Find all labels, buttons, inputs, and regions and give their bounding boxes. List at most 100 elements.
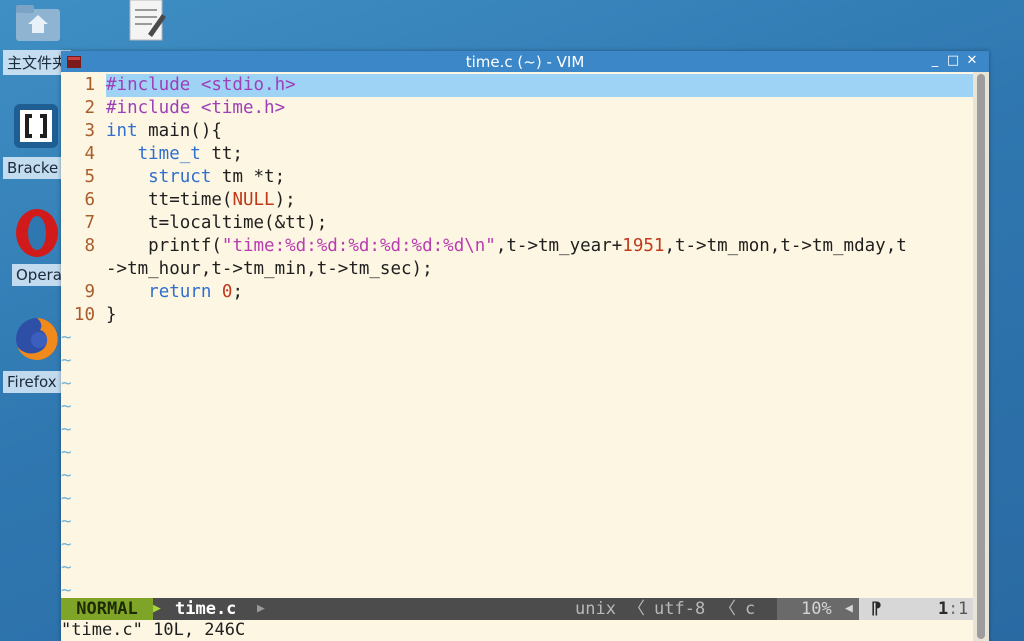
code-line[interactable]: 9 return 0; xyxy=(61,281,973,304)
powerline-left-icon: ◀ xyxy=(845,601,853,616)
empty-line-tilde: ~ xyxy=(61,512,72,532)
vim-window[interactable]: time.c (~) - VIM _ □ ✕ 1 #include <stdio.… xyxy=(61,51,989,641)
code-token: "time:%d:%d:%d:%d:%d:%d\n" xyxy=(221,236,496,256)
powerline-separator-icon: ▶ xyxy=(153,601,161,616)
code-text: #include <time.h> xyxy=(106,97,285,120)
status-percent: 10% xyxy=(801,599,832,619)
status-percent-box: 10% ◀ xyxy=(777,598,859,620)
mode-indicator: NORMAL xyxy=(61,598,153,620)
vertical-scrollbar[interactable] xyxy=(973,72,989,641)
line-number: 2 xyxy=(84,98,95,118)
status-encoding: utf-8 xyxy=(654,599,706,619)
code-line[interactable]: 2 #include <time.h> xyxy=(61,97,973,120)
empty-line-tilde: ~ xyxy=(61,489,72,509)
opera-desktop-icon[interactable] xyxy=(14,208,60,258)
code-token: struct xyxy=(148,167,212,187)
line-number: 5 xyxy=(84,167,95,187)
empty-line-tilde: ~ xyxy=(61,397,72,417)
code-token: 0 xyxy=(221,282,233,302)
line-number: 4 xyxy=(84,144,95,164)
code-line[interactable]: 5 struct tm *t; xyxy=(61,166,973,189)
empty-line-tilde: ~ xyxy=(61,558,72,578)
status-filename: time.c xyxy=(175,599,237,619)
opera-icon xyxy=(16,209,58,257)
code-token: tm *t; xyxy=(211,167,286,187)
window-title: time.c (~) - VIM xyxy=(465,53,585,71)
line-number-icon: ⁋ xyxy=(871,599,882,619)
empty-line-tilde: ~ xyxy=(61,328,72,348)
code-token: #include <time.h> xyxy=(106,98,286,118)
minimize-button[interactable]: _ xyxy=(927,53,943,69)
empty-line-tilde: ~ xyxy=(61,466,72,486)
code-text: return 0; xyxy=(106,281,243,304)
code-line[interactable]: 8 printf("time:%d:%d:%d:%d:%d:%d\n",t->t… xyxy=(61,235,973,258)
scrollbar-thumb[interactable] xyxy=(977,74,985,639)
line-number: 10 xyxy=(73,305,95,325)
line-number: 3 xyxy=(84,121,95,141)
desktop-icon-label-opera: Opera xyxy=(12,264,66,286)
text-editor-desktop-icon[interactable] xyxy=(124,0,168,44)
code-token: 1951 xyxy=(622,236,665,256)
powerline-separator-icon: ▶ xyxy=(257,601,265,616)
code-text: #include <stdio.h> xyxy=(106,74,296,97)
code-text: struct tm *t; xyxy=(106,166,285,189)
code-token: ->tm_hour,t->tm_min,t->tm_sec); xyxy=(106,259,433,279)
code-text: tt=time(NULL); xyxy=(106,189,296,212)
close-button[interactable]: ✕ xyxy=(964,53,980,69)
code-token: ,t->tm_mon,t->tm_mday,t xyxy=(664,236,907,256)
code-token: t=localtime(&tt); xyxy=(106,213,328,233)
brackets-icon xyxy=(14,104,58,148)
firefox-icon xyxy=(16,318,58,360)
desktop-icon-label-brackets: Bracke xyxy=(3,157,63,179)
code-token: ; xyxy=(232,282,244,302)
firefox-desktop-icon[interactable] xyxy=(14,316,60,362)
code-text: ->tm_hour,t->tm_min,t->tm_sec); xyxy=(106,258,433,281)
code-token: int xyxy=(106,121,138,141)
code-token: main(){ xyxy=(137,121,222,141)
desktop-icon-label-firefox: Firefox xyxy=(3,371,61,393)
code-token: return xyxy=(148,282,212,302)
status-position-colon: : xyxy=(948,599,959,619)
code-token: ,t->tm_year+ xyxy=(495,236,623,256)
status-filetype: c xyxy=(745,599,756,619)
status-position-col: 1 xyxy=(958,599,969,619)
brackets-desktop-icon[interactable] xyxy=(14,104,58,148)
code-line[interactable]: 4 time_t tt; xyxy=(61,143,973,166)
status-position-box: ⁋ 1 : 1 xyxy=(859,598,973,620)
status-fileformat: unix xyxy=(575,599,616,619)
code-token: } xyxy=(106,305,117,325)
empty-line-tilde: ~ xyxy=(61,535,72,555)
status-position-line: 1 xyxy=(938,599,949,619)
code-line[interactable]: 7 t=localtime(&tt); xyxy=(61,212,973,235)
vim-command-line[interactable]: "time.c" 10L, 246C xyxy=(61,620,973,641)
line-number: 1 xyxy=(84,75,95,95)
code-line[interactable]: 6 tt=time(NULL); xyxy=(61,189,973,212)
code-line[interactable]: 10} xyxy=(61,304,973,327)
line-number: 9 xyxy=(84,282,95,302)
vim-statusline: NORMAL ▶ time.c ▶ unix 〈 utf-8 〈 c 10% ◀… xyxy=(61,598,973,620)
maximize-button[interactable]: □ xyxy=(945,53,961,69)
home-folder-icon xyxy=(16,5,60,41)
line-number: 7 xyxy=(84,213,95,233)
code-token: #include <stdio.h> xyxy=(106,75,296,95)
code-text: } xyxy=(106,304,117,327)
code-text: printf("time:%d:%d:%d:%d:%d:%d\n",t->tm_… xyxy=(106,235,907,258)
code-text: time_t tt; xyxy=(106,143,243,166)
empty-line-tilde: ~ xyxy=(61,443,72,463)
code-token: printf( xyxy=(106,236,222,256)
empty-line-tilde: ~ xyxy=(61,420,72,440)
empty-line-tilde: ~ xyxy=(61,374,72,394)
code-token: NULL xyxy=(232,190,275,210)
code-text: int main(){ xyxy=(106,120,222,143)
text-editor-icon xyxy=(129,0,166,41)
line-number: 6 xyxy=(84,190,95,210)
editor-area[interactable]: 1 #include <stdio.h> 2 #include <time.h> 3 in… xyxy=(61,72,973,619)
code-line[interactable]: 1 #include <stdio.h> xyxy=(61,74,973,97)
code-line[interactable]: 3 int main(){ xyxy=(61,120,973,143)
window-titlebar[interactable]: time.c (~) - VIM _ □ ✕ xyxy=(61,51,989,72)
home-folder-desktop-icon[interactable] xyxy=(14,3,62,43)
code-line[interactable]: ->tm_hour,t->tm_min,t->tm_sec); xyxy=(61,258,973,281)
line-number: 8 xyxy=(84,236,95,256)
